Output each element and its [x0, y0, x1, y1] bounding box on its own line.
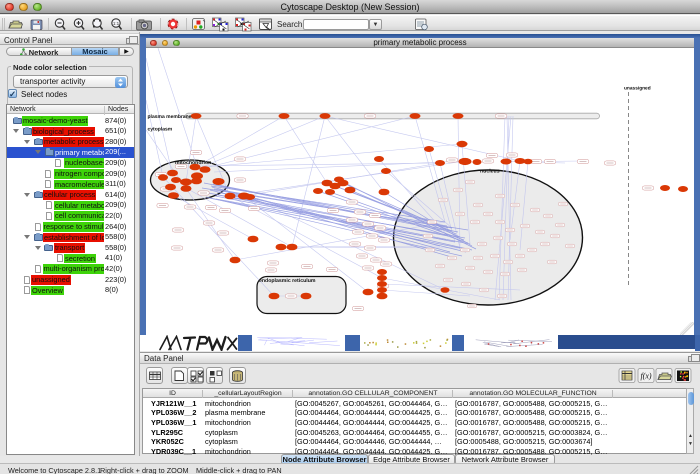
svg-text:endoplasmic reticulum: endoplasmic reticulum	[259, 278, 316, 284]
svg-text:mitochondrion: mitochondrion	[175, 160, 211, 166]
svg-text:1:1: 1:1	[113, 21, 120, 26]
svg-text:nucleus: nucleus	[480, 169, 500, 175]
svg-text:f(x): f(x)	[640, 372, 651, 381]
svg-text:unassigned: unassigned	[624, 86, 651, 92]
svg-text:plasma membrane: plasma membrane	[148, 114, 192, 120]
svg-text:cytoplasm: cytoplasm	[148, 126, 173, 132]
